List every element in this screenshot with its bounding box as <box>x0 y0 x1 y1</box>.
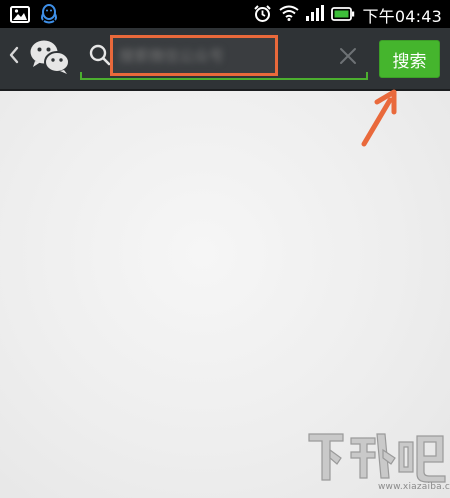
search-input[interactable] <box>119 45 267 67</box>
search-field-underline <box>80 78 368 80</box>
watermark-text: www.xiazaiba.com <box>378 482 450 492</box>
qq-icon <box>40 4 58 28</box>
image-notification-icon <box>10 5 30 27</box>
search-field-underline-right <box>366 72 368 80</box>
wifi-icon <box>279 5 300 25</box>
status-bar-left <box>10 4 58 28</box>
clear-icon[interactable] <box>338 46 358 70</box>
annotation-arrow-icon <box>356 88 404 154</box>
search-field-underline-left <box>80 72 82 80</box>
alarm-icon <box>253 4 272 27</box>
status-bar: 下午04:43 <box>0 0 450 28</box>
search-input-highlight-box <box>110 35 278 76</box>
search-icon <box>88 43 112 71</box>
search-button[interactable]: 搜索 <box>379 40 440 78</box>
signal-icon <box>306 5 325 25</box>
wechat-logo-icon[interactable] <box>29 38 71 80</box>
back-chevron-icon[interactable] <box>8 46 20 68</box>
status-bar-right: 下午04:43 <box>253 3 442 27</box>
watermark-logo <box>305 428 447 490</box>
status-time: 下午04:43 <box>362 7 442 26</box>
battery-icon <box>331 6 355 25</box>
